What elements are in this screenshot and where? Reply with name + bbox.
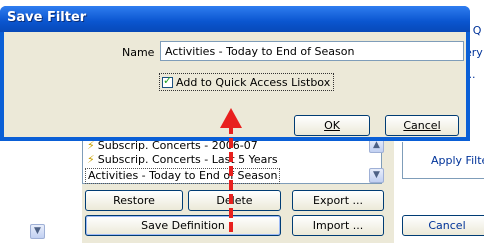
red-arrow-annotation — [220, 108, 242, 232]
arrow-head-icon — [220, 108, 242, 128]
